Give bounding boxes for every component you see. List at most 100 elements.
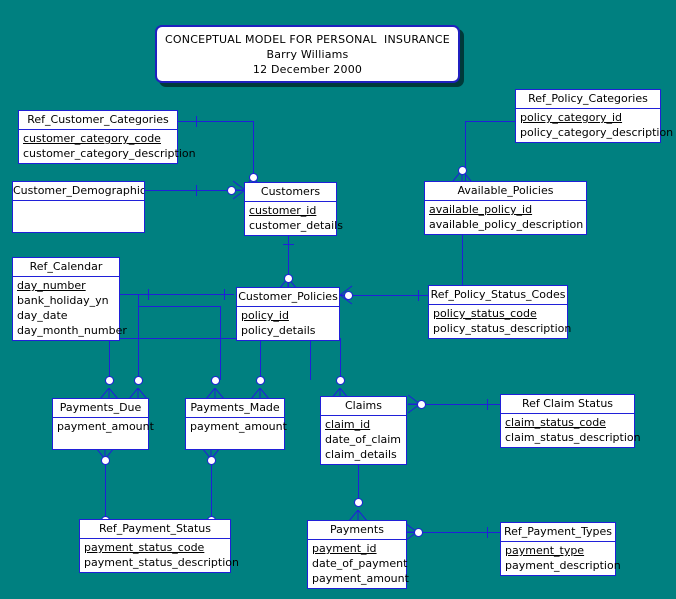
cardinality-one-tick-refclaimstatus [487, 399, 488, 410]
attribute-pk: claim_status_code [505, 416, 606, 429]
entity-header-ref-customer-categories: Ref_Customer_Categories [19, 111, 177, 130]
optional-marker-custpolicies-right [344, 291, 353, 300]
optional-marker-claims-top [336, 376, 345, 385]
attribute-pk: payment_type [505, 544, 585, 557]
attribute-pk: payment_status_code [84, 541, 205, 554]
entity-attributes-ref-payment-types: payment_type payment_description [501, 542, 621, 575]
connector-custpolicies-refpolstatus-h [340, 295, 430, 296]
entity-header-ref-policy-status-codes: Ref_Policy_Status_Codes [429, 286, 567, 305]
entity-header-ref-calendar: Ref_Calendar [13, 258, 119, 277]
entity-attributes-ref-claim-status: claim_status_code claim_status_descripti… [501, 414, 641, 447]
entity-header-payments-made: Payments_Made [186, 399, 284, 418]
cardinality-one-tick-refpaytypes [487, 527, 488, 538]
attribute-pk: customer_category_code [23, 132, 161, 145]
entity-attributes-claims: claim_id date_of_claim claim_details [321, 416, 406, 464]
entity-attributes-ref-policy-status-codes: policy_status_code policy_status_descrip… [429, 305, 572, 338]
entity-attributes-customer-demographics [13, 201, 144, 232]
entity-ref-payment-types[interactable]: Ref_Payment_Types payment_type payment_d… [500, 522, 621, 576]
optional-marker-availablepolicies-top [458, 166, 467, 175]
attribute: policy_details [241, 324, 316, 337]
diagram-title-author: Barry Williams [266, 47, 349, 61]
entity-claims[interactable]: Claims claim_id date_of_claim claim_deta… [320, 396, 407, 465]
entity-ref-customer-categories[interactable]: Ref_Customer_Categories customer_categor… [18, 110, 196, 164]
entity-header-ref-payment-status: Ref_Payment_Status [80, 520, 230, 539]
entity-header-payments: Payments [308, 521, 406, 540]
entity-ref-calendar[interactable]: Ref_Calendar day_number bank_holiday_yn … [12, 257, 127, 341]
optional-marker-paymentsdue-top-b [134, 376, 143, 385]
entity-ref-policy-status-codes[interactable]: Ref_Policy_Status_Codes policy_status_co… [428, 285, 572, 339]
connector-refcal-v-right [220, 306, 221, 380]
connector-custpol-claims-v2 [310, 338, 311, 380]
attribute: claim_status_description [505, 431, 641, 444]
optional-marker-customers-left [227, 186, 236, 195]
connector-custpol-paydue-v [109, 338, 110, 380]
entity-ref-payment-status[interactable]: Ref_Payment_Status payment_status_code p… [79, 519, 239, 573]
entity-attributes-customer-policies: policy_id policy_details [237, 307, 339, 340]
cardinality-one-tick-refpolstatus [418, 290, 419, 301]
entity-header-ref-payment-types: Ref_Payment_Types [501, 523, 615, 542]
connector-custpol-paymade-v [260, 338, 261, 380]
attribute: payment_amount [57, 420, 154, 433]
attribute: day_month_number [17, 324, 127, 337]
cardinality-one-tick-custdemo [196, 185, 197, 196]
entity-payments[interactable]: Payments payment_id date_of_payment paym… [307, 520, 409, 589]
optional-marker-payments-right [414, 528, 423, 537]
entity-attributes-ref-customer-categories: customer_category_code customer_category… [19, 130, 196, 163]
optional-marker-paymentsmade-top-a [211, 376, 220, 385]
entity-attributes-payments-made: payment_amount [186, 418, 287, 436]
connector-refpolcat-availpol-h2 [465, 121, 500, 122]
entity-ref-policy-categories[interactable]: Ref_Policy_Categories policy_category_id… [515, 89, 674, 143]
connector-paymade-refpaystatus-v [211, 460, 212, 520]
er-diagram-canvas: CONCEPTUAL MODEL FOR PERSONAL INSURANCE … [0, 0, 676, 599]
attribute-pk: policy_id [241, 309, 289, 322]
optional-marker-paymentsdue-top-a [105, 376, 114, 385]
entity-header-customer-demographics: Customer_Demographics [13, 182, 144, 201]
cardinality-one-tick-customers [283, 244, 294, 245]
entity-available-policies[interactable]: Available_Policies available_policy_id a… [424, 181, 587, 235]
optional-marker-paymentsmade-bottom [207, 456, 216, 465]
attribute-pk: customer_id [249, 204, 317, 217]
attribute: payment_amount [190, 420, 287, 433]
connector-paydue-refpaystatus-v [105, 460, 106, 520]
entity-customers[interactable]: Customers customer_id customer_details [244, 182, 343, 236]
entity-attributes-ref-payment-status: payment_status_code payment_status_descr… [80, 539, 239, 572]
entity-header-ref-claim-status: Ref Claim Status [501, 395, 634, 414]
attribute-pk: policy_status_code [433, 307, 537, 320]
entity-attributes-payments: payment_id date_of_payment payment_amoun… [308, 540, 409, 588]
entity-header-payments-due: Payments_Due [53, 399, 148, 418]
entity-attributes-ref-calendar: day_number bank_holiday_yn day_date day_… [13, 277, 127, 340]
optional-marker-paymentsdue-bottom [101, 456, 110, 465]
connector-custpol-paydue-h [109, 338, 249, 339]
entity-header-ref-policy-categories: Ref_Policy_Categories [516, 90, 660, 109]
entity-attributes-payments-due: payment_amount [53, 418, 154, 436]
entity-attributes-customers: customer_id customer_details [245, 202, 343, 235]
diagram-title-date: 12 December 2000 [252, 62, 363, 76]
entity-ref-claim-status[interactable]: Ref Claim Status claim_status_code claim… [500, 394, 641, 448]
attribute: customer_details [249, 219, 343, 232]
cardinality-one-tick-refcal-a [148, 289, 149, 300]
optional-marker-custpolicies-top [284, 274, 293, 283]
entity-header-claims: Claims [321, 397, 406, 416]
cardinality-one-tick-refcal-b [224, 289, 225, 300]
entity-payments-due[interactable]: Payments_Due payment_amount [52, 398, 154, 450]
entity-header-customers: Customers [245, 183, 336, 202]
entity-attributes-ref-policy-categories: policy_category_id policy_category_descr… [516, 109, 674, 142]
attribute: policy_category_description [520, 126, 674, 139]
attribute: payment_amount [312, 572, 409, 585]
attribute-pk: policy_category_id [520, 111, 623, 124]
attribute-pk: day_number [17, 279, 86, 292]
connector-refcustcat-customers-h [178, 121, 253, 122]
entity-customer-policies[interactable]: Customer_Policies policy_id policy_detai… [236, 287, 340, 341]
entity-header-customer-policies: Customer_Policies [237, 288, 339, 307]
attribute: date_of_claim [325, 433, 402, 446]
entity-attributes-available-policies: available_policy_id available_policy_des… [425, 201, 586, 234]
attribute: policy_status_description [433, 322, 572, 335]
attribute-pk: payment_id [312, 542, 377, 555]
connector-refpolcat-availpol-h [500, 121, 516, 122]
attribute: customer_category_description [23, 147, 196, 160]
optional-marker-customers-top [249, 173, 258, 182]
attribute: payment_description [505, 559, 621, 572]
attribute: bank_holiday_yn [17, 294, 109, 307]
entity-customer-demographics[interactable]: Customer_Demographics [12, 181, 145, 233]
entity-payments-made[interactable]: Payments_Made payment_amount [185, 398, 287, 450]
